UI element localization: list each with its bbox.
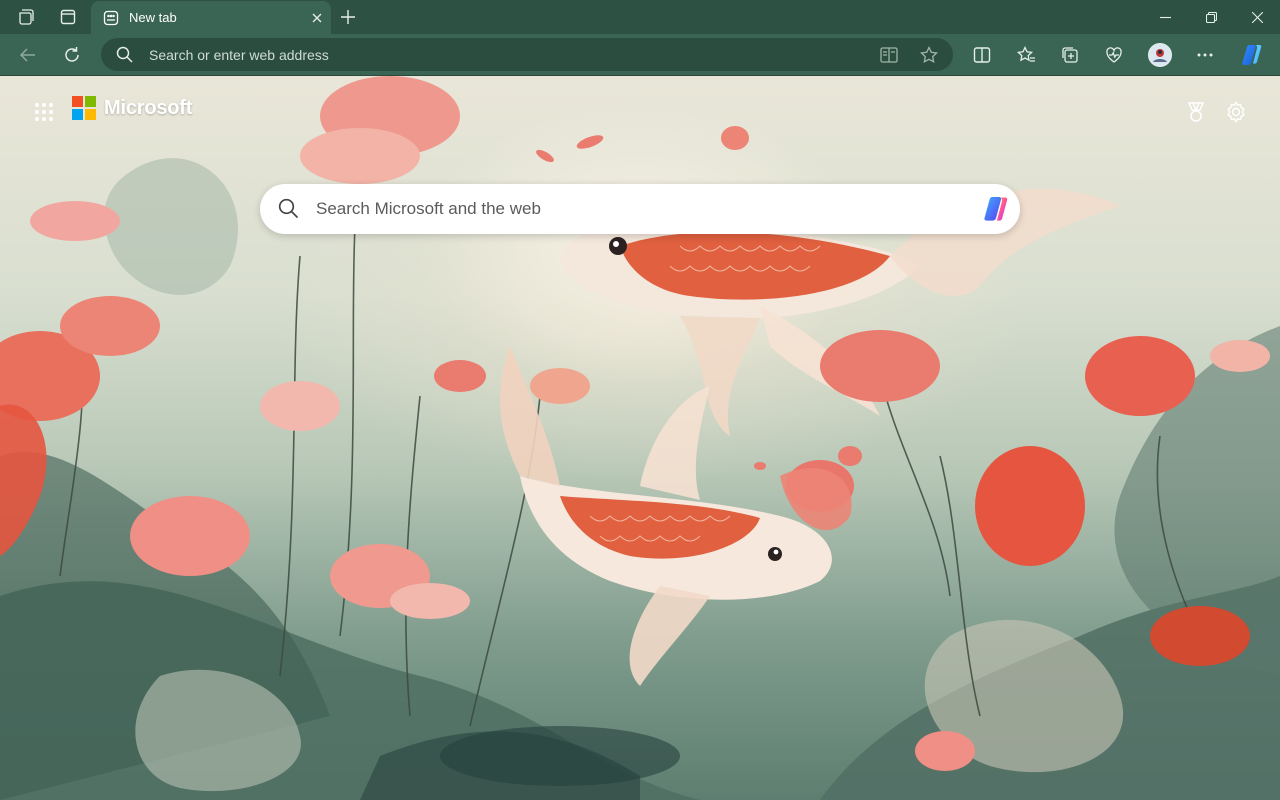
web-search-box[interactable]	[260, 184, 1020, 234]
apps-launcher-button[interactable]	[30, 98, 58, 126]
collections-button[interactable]	[1054, 39, 1086, 71]
more-button[interactable]	[1189, 39, 1221, 71]
back-icon	[19, 48, 35, 62]
new-tab-button[interactable]	[334, 3, 362, 31]
favorites-button[interactable]	[1010, 39, 1042, 71]
tab-new-tab[interactable]: New tab	[91, 1, 331, 34]
immersive-reader-button[interactable]	[878, 44, 900, 66]
rewards-icon	[1187, 102, 1205, 122]
title-bar: New tab	[0, 0, 1280, 34]
settings-button[interactable]	[1221, 97, 1251, 127]
copilot-icon	[1242, 45, 1262, 65]
copilot-icon	[984, 197, 1008, 221]
close-window-button[interactable]	[1234, 0, 1280, 34]
workspaces-button[interactable]	[8, 3, 44, 31]
settings-gear-icon	[1227, 101, 1245, 123]
browser-essentials-button[interactable]	[1098, 39, 1130, 71]
search-icon	[116, 46, 133, 63]
apps-launcher-icon	[35, 103, 53, 121]
restore-icon	[1205, 11, 1217, 23]
search-icon	[278, 198, 299, 219]
immersive-reader-icon	[880, 47, 898, 63]
tab-actions-button[interactable]	[50, 3, 86, 31]
restore-button[interactable]	[1188, 0, 1234, 34]
profile-avatar	[1148, 43, 1172, 67]
microsoft-logo-icon	[72, 96, 96, 120]
more-icon	[1197, 53, 1213, 57]
close-icon	[1251, 11, 1263, 23]
favorites-icon	[1016, 46, 1035, 62]
microsoft-brand-text: Microsoft	[104, 96, 193, 119]
minimize-button[interactable]	[1142, 0, 1188, 34]
tab-close-button[interactable]	[303, 4, 331, 32]
address-input[interactable]	[149, 38, 849, 71]
tab-actions-icon	[60, 9, 76, 25]
copilot-search-button[interactable]	[980, 193, 1012, 225]
back-button[interactable]	[12, 39, 44, 71]
refresh-icon	[65, 47, 79, 62]
new-tab-page: Microsoft	[0, 76, 1280, 800]
browser-toolbar	[0, 34, 1280, 76]
split-screen-button[interactable]	[966, 39, 998, 71]
address-bar[interactable]	[101, 38, 953, 71]
collections-icon	[1062, 47, 1078, 63]
workspaces-icon	[19, 9, 34, 25]
browser-essentials-icon	[1106, 47, 1122, 63]
plus-icon	[341, 10, 355, 24]
refresh-button[interactable]	[56, 39, 88, 71]
split-screen-icon	[973, 47, 991, 63]
new-tab-page-icon	[103, 10, 119, 25]
tab-title: New tab	[129, 10, 177, 25]
web-search-input[interactable]	[316, 184, 956, 234]
minimize-icon	[1159, 16, 1171, 18]
add-favorite-button[interactable]	[918, 44, 940, 66]
close-icon	[312, 13, 322, 22]
microsoft-logo[interactable]: Microsoft	[72, 96, 192, 120]
favorite-star-icon	[920, 46, 938, 64]
copilot-sidebar-button[interactable]	[1236, 39, 1268, 71]
profile-button[interactable]	[1144, 39, 1176, 71]
rewards-button[interactable]	[1181, 97, 1211, 127]
